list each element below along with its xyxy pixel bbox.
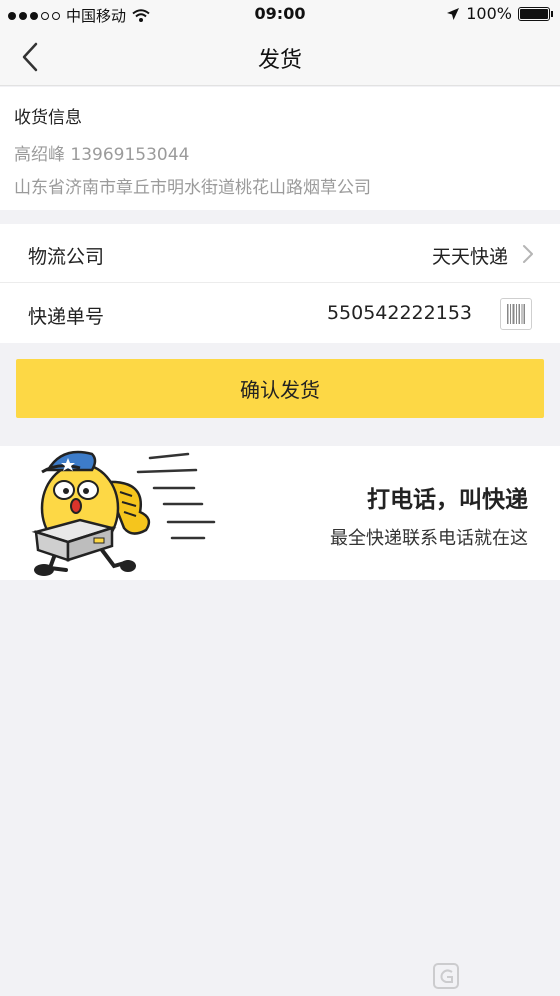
watermark-logo-icon xyxy=(433,963,459,989)
watermark xyxy=(432,962,552,990)
address-contact: 高绍峰 13969153044 xyxy=(14,145,190,165)
address-label: 收货信息 xyxy=(14,108,82,128)
tracking-number-row: 快递单号 550542222153 xyxy=(0,284,560,343)
page-title: 发货 xyxy=(257,48,302,73)
banner-subtitle: 最全快递联系电话就在这 xyxy=(330,528,528,549)
status-right: 100% xyxy=(446,4,553,23)
location-arrow-icon xyxy=(447,7,460,20)
battery-icon xyxy=(518,6,553,21)
scan-barcode-button[interactable] xyxy=(500,298,532,330)
tracking-label: 快递单号 xyxy=(28,306,105,328)
confirm-ship-button[interactable]: 确认发货 xyxy=(16,359,544,418)
courier-mascot-icon xyxy=(31,450,216,576)
banner-title: 打电话，叫快递 xyxy=(367,487,528,513)
logistics-company-row[interactable]: 物流公司 天天快递 xyxy=(0,224,560,283)
logistics-value: 天天快递 xyxy=(431,246,508,268)
courier-banner[interactable]: 打电话，叫快递 最全快递联系电话就在这 xyxy=(0,446,560,580)
address-card: 收货信息 高绍峰 13969153044 山东省济南市章丘市明水街道桃花山路烟草… xyxy=(0,87,560,210)
tracking-number-input[interactable]: 550542222153 xyxy=(327,302,472,324)
barcode-icon xyxy=(507,304,525,324)
nav-bar: 发货 xyxy=(0,28,560,86)
logistics-label: 物流公司 xyxy=(28,246,105,268)
status-bar: 中国移动 09:00 100% xyxy=(0,0,560,28)
address-line: 山东省济南市章丘市明水街道桃花山路烟草公司 xyxy=(14,178,371,198)
shipping-form: 物流公司 天天快递 快递单号 550542222153 xyxy=(0,224,560,343)
battery-fill xyxy=(520,8,548,19)
chevron-right-icon xyxy=(523,245,533,263)
battery-percent: 100% xyxy=(466,4,512,23)
